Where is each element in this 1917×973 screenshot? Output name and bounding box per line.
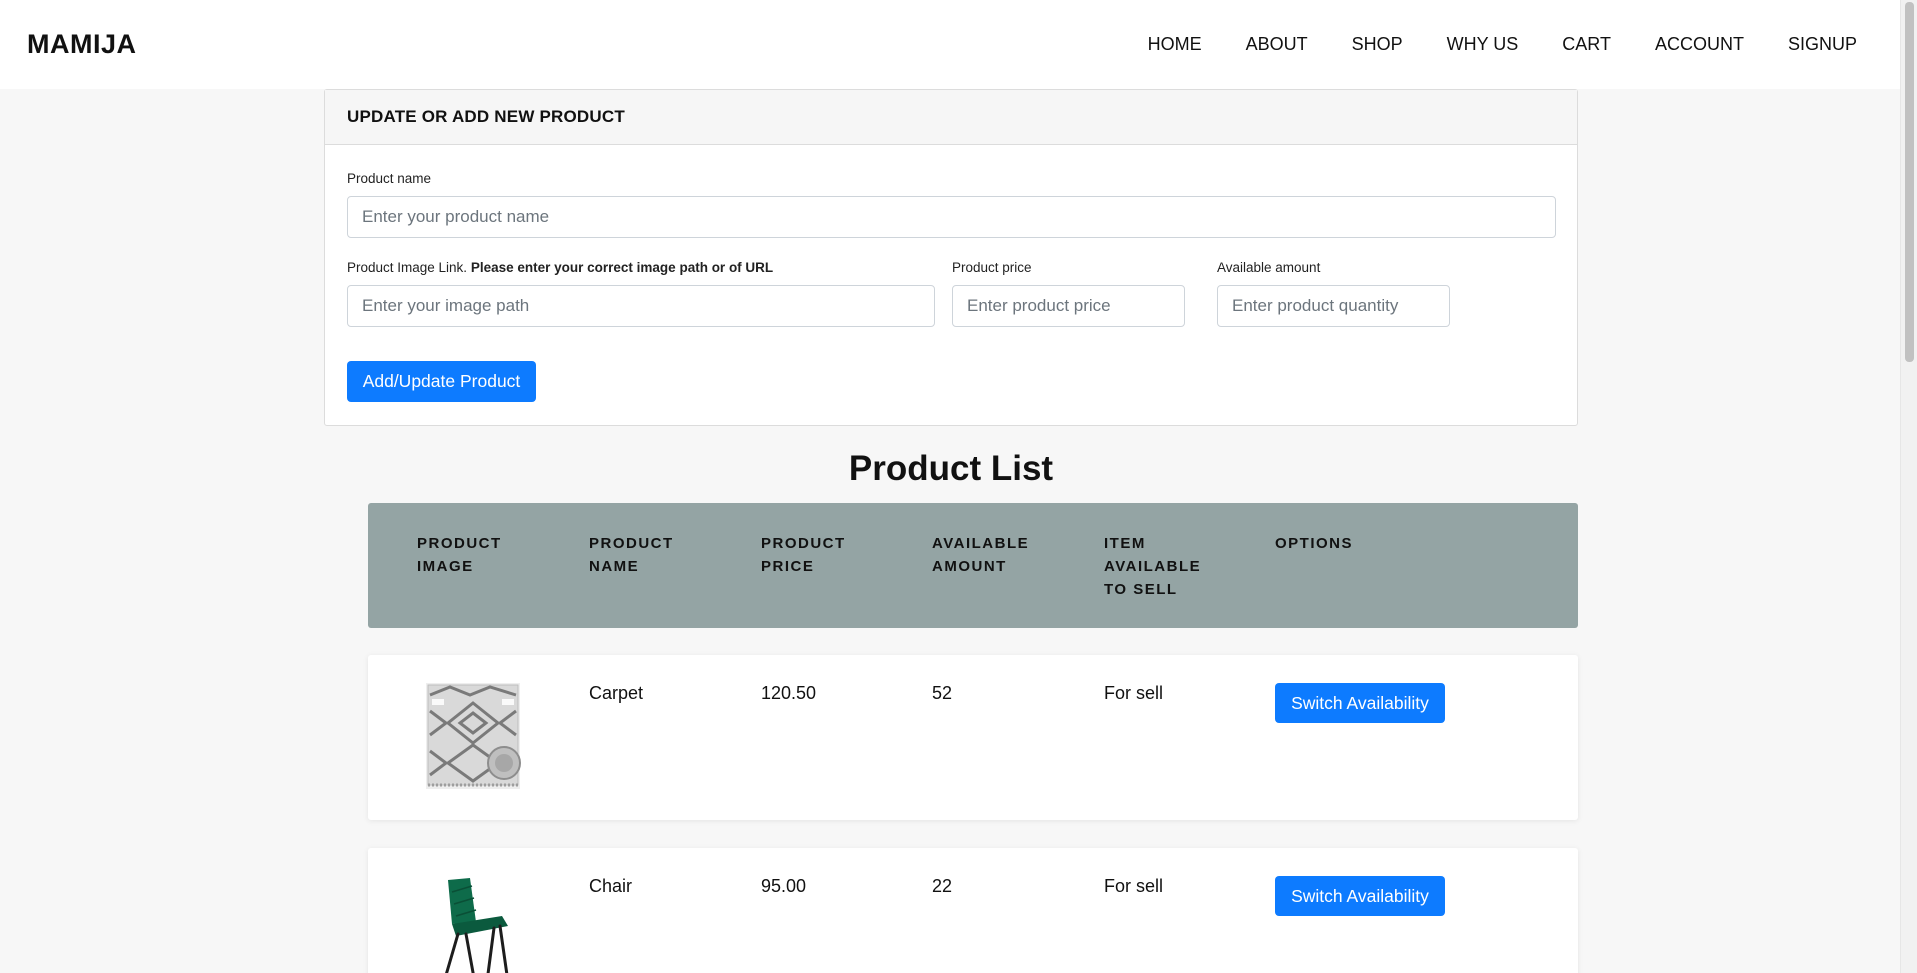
nav-why-us[interactable]: WHY US: [1425, 34, 1541, 55]
available-amount-label: Available amount: [1217, 260, 1321, 275]
add-update-product-button[interactable]: Add/Update Product: [347, 361, 536, 402]
header-product-name: PRODUCT NAME: [589, 535, 674, 575]
brand-logo[interactable]: MAMIJA: [27, 29, 137, 60]
form-title: UPDATE OR ADD NEW PRODUCT: [325, 90, 1577, 145]
product-list-title: Product List: [848, 449, 1054, 488]
header-available-amount: AVAILABLE AMOUNT: [932, 535, 1030, 575]
main-nav: HOME ABOUT SHOP WHY US CART ACCOUNT SIGN…: [1126, 34, 1857, 55]
nav-home[interactable]: HOME: [1126, 34, 1224, 55]
header-product-price: PRODUCT PRICE: [761, 535, 846, 575]
form-body: Product name Product Image Link. Please …: [325, 145, 1577, 425]
availability-status: For sell: [1104, 876, 1164, 896]
product-price-input[interactable]: [952, 285, 1185, 327]
header-product-image: PRODUCT IMAGE: [417, 535, 502, 575]
image-link-label-text: Product Image Link.: [347, 260, 468, 275]
table-row: Chair 95.00 22 For sell Switch Availabil…: [368, 848, 1578, 973]
header-options: OPTIONS: [1275, 535, 1354, 552]
chair-image: [445, 878, 509, 973]
scrollbar-thumb[interactable]: [1905, 2, 1914, 362]
product-name: Chair: [589, 876, 633, 896]
nav-shop[interactable]: SHOP: [1330, 34, 1425, 55]
availability-status: For sell: [1104, 683, 1164, 703]
product-price: 120.50: [761, 683, 817, 703]
nav-account[interactable]: ACCOUNT: [1633, 34, 1766, 55]
image-link-label: Product Image Link. Please enter your co…: [347, 260, 773, 275]
product-price: 95.00: [761, 876, 807, 896]
product-table-header: PRODUCT IMAGE PRODUCT NAME PRODUCT PRICE…: [368, 503, 1578, 628]
image-path-input[interactable]: [347, 285, 935, 327]
product-price-label: Product price: [952, 260, 1032, 275]
product-form-card: UPDATE OR ADD NEW PRODUCT Product name P…: [324, 89, 1578, 426]
switch-availability-button[interactable]: Switch Availability: [1275, 683, 1445, 723]
product-name: Carpet: [589, 683, 644, 703]
header-item-available: ITEM AVAILABLE TO SELL: [1104, 535, 1202, 598]
available-amount: 22: [932, 876, 953, 896]
available-amount-input[interactable]: [1217, 285, 1450, 327]
carpet-image: [426, 683, 521, 789]
switch-availability-button[interactable]: Switch Availability: [1275, 876, 1445, 916]
page-scrollbar[interactable]: [1900, 0, 1917, 973]
image-link-note: Please enter your correct image path or …: [470, 260, 774, 275]
nav-cart[interactable]: CART: [1540, 34, 1633, 55]
product-name-input[interactable]: [347, 196, 1556, 238]
navbar: MAMIJA HOME ABOUT SHOP WHY US CART ACCOU…: [0, 0, 1900, 89]
product-name-label: Product name: [347, 171, 432, 186]
table-row: Carpet 120.50 52 For sell Switch Availab…: [368, 655, 1578, 820]
nav-signup[interactable]: SIGNUP: [1766, 34, 1857, 55]
available-amount: 52: [932, 683, 953, 703]
nav-about[interactable]: ABOUT: [1224, 34, 1330, 55]
